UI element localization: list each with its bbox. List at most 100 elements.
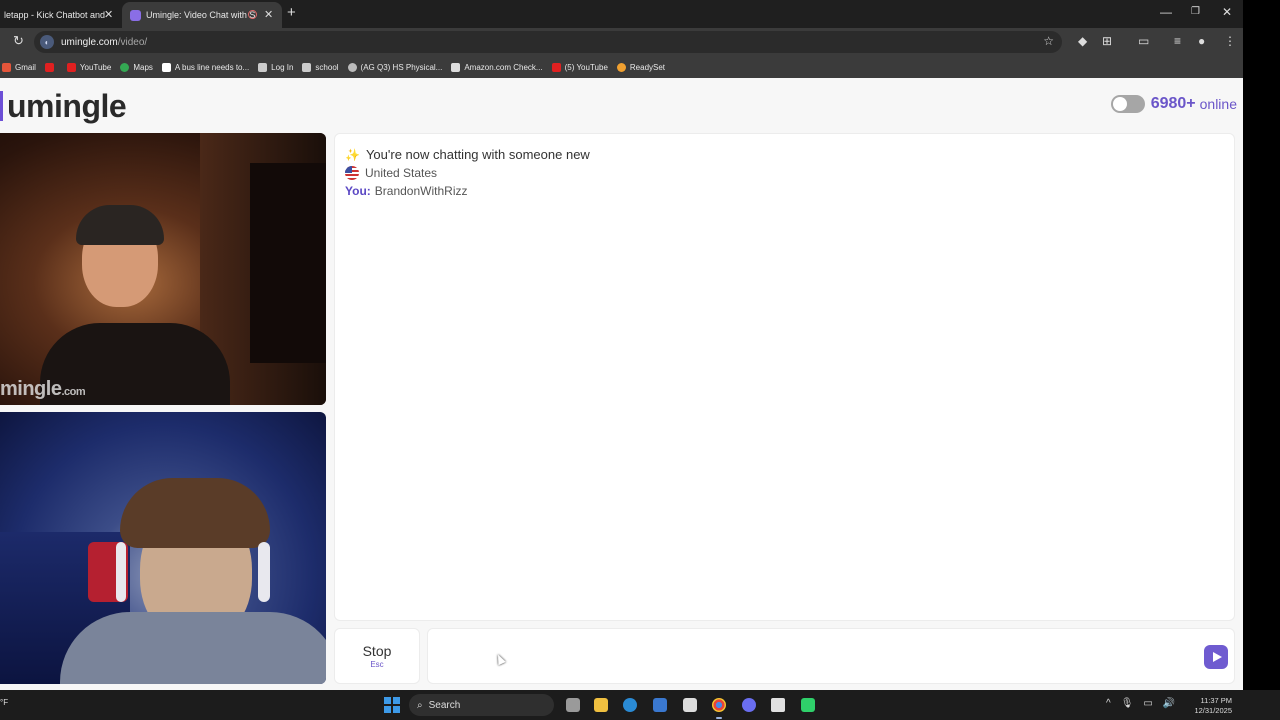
- task-view-icon[interactable]: [566, 698, 580, 712]
- mode-toggle[interactable]: [1110, 95, 1145, 113]
- logo-text: umingle: [7, 87, 127, 124]
- profile-icon[interactable]: ●: [1198, 34, 1205, 48]
- chevron-up-icon[interactable]: ^: [1106, 698, 1111, 709]
- browser-toolbar: ↻ ◐ umingle.com /video/ ☆ ◆ ⊞ ▭ ≡ ● ⋮: [0, 28, 1243, 56]
- new-tab-icon[interactable]: +: [287, 5, 296, 20]
- tab-title: Umingle: Video Chat with S: [146, 10, 256, 20]
- country-text: United States: [365, 166, 438, 180]
- message-text: BrandonWithRizz: [374, 184, 468, 198]
- bookmark-item[interactable]: (AG Q3) HS Physical...: [347, 62, 442, 72]
- file-explorer-icon[interactable]: [594, 698, 608, 712]
- bookmark-item[interactable]: A bus line needs to...: [161, 62, 249, 72]
- watermark-suffix: .com: [61, 386, 86, 398]
- cast-icon[interactable]: ▭: [1138, 34, 1149, 48]
- bookmark-label: school: [315, 62, 339, 72]
- send-icon[interactable]: [1204, 645, 1228, 669]
- watermark-text: mingle: [0, 378, 62, 400]
- bookmark-item[interactable]: YouTube: [66, 62, 112, 72]
- network-icon[interactable]: ▭: [1143, 698, 1152, 709]
- youtube-icon: [44, 62, 54, 72]
- bookmark-label: Amazon.com Check...: [464, 62, 543, 72]
- url-path: /video/: [117, 36, 148, 48]
- extension-badge-icon[interactable]: ◆: [1078, 34, 1087, 48]
- bookmarks-bar: Gmail YouTube Maps A bus line needs to..…: [0, 56, 1243, 78]
- bookmark-label: YouTube: [79, 62, 112, 72]
- us-flag-icon: [345, 166, 359, 180]
- edge-icon[interactable]: [623, 698, 637, 712]
- close-window-icon[interactable]: ✕: [1222, 5, 1232, 19]
- stop-shortcut-hint: Esc: [370, 660, 384, 669]
- bars-icon: [302, 62, 312, 72]
- tab-letapp[interactable]: letapp - Kick Chatbot and ✕: [0, 2, 120, 28]
- amazon-icon: [451, 62, 461, 72]
- bookmark-item[interactable]: Gmail: [2, 62, 36, 72]
- menu-icon[interactable]: ⋮: [1224, 34, 1236, 48]
- address-bar[interactable]: ◐ umingle.com /video/ ☆: [34, 31, 1062, 53]
- bookmark-item[interactable]: [44, 62, 58, 72]
- message-input[interactable]: [436, 637, 1196, 677]
- reload-icon[interactable]: ↻: [13, 34, 24, 48]
- chrome-icon[interactable]: [712, 698, 726, 712]
- taskbar-clock[interactable]: 11:37 PM 12/31/2025: [1186, 696, 1232, 716]
- clock-date: 12/31/2025: [1194, 706, 1232, 715]
- chat-log: ✨ You're now chatting with someone new U…: [334, 133, 1235, 621]
- windows-start-icon[interactable]: [384, 697, 400, 713]
- store-icon[interactable]: [683, 698, 697, 712]
- country-line: United States: [345, 164, 1224, 182]
- discord-icon[interactable]: [742, 698, 756, 712]
- minimize-icon[interactable]: —: [1160, 5, 1172, 19]
- volume-icon[interactable]: 🔊: [1163, 698, 1175, 709]
- bookmark-item[interactable]: Maps: [120, 62, 153, 72]
- bookmark-item[interactable]: school: [302, 62, 339, 72]
- clock-time: 11:37 PM: [1200, 696, 1232, 705]
- gmail-icon: [2, 62, 11, 72]
- active-app-indicator: [716, 717, 722, 719]
- weather-widget[interactable]: °F: [0, 698, 8, 707]
- system-tray: ^ 🎙 ▭ 🔊: [1106, 698, 1175, 709]
- chat-status-line: ✨ You're now chatting with someone new: [345, 146, 1224, 164]
- maximize-icon[interactable]: ❐: [1191, 5, 1200, 19]
- umingle-page: umingle 6980+ online mingle.com ✨ You're…: [0, 80, 1243, 690]
- capcut-icon[interactable]: [771, 698, 785, 712]
- stop-button[interactable]: Stop Esc: [334, 628, 420, 684]
- puzzle-icon[interactable]: ⊞: [1102, 34, 1112, 48]
- recording-icon: [248, 10, 257, 19]
- close-tab-icon[interactable]: ✕: [264, 9, 273, 21]
- tab-title: letapp - Kick Chatbot and: [4, 10, 106, 20]
- bookmark-label: Gmail: [15, 62, 36, 72]
- url-host: umingle.com: [61, 36, 118, 48]
- headphone-left: [116, 542, 126, 602]
- document-icon: [161, 62, 171, 72]
- stop-label: Stop: [362, 643, 392, 659]
- online-indicator: 6980+ online: [1110, 95, 1237, 113]
- chat-message: You: BrandonWithRizz: [345, 182, 1224, 200]
- logo-mark: [0, 91, 3, 121]
- taskbar-search[interactable]: ⌕ Search: [409, 694, 554, 716]
- close-tab-icon[interactable]: ✕: [104, 9, 113, 21]
- sparkles-icon: ✨: [345, 148, 360, 162]
- maps-pin-icon: [120, 62, 130, 72]
- bookmark-star-icon[interactable]: ☆: [1043, 34, 1054, 48]
- umingle-logo[interactable]: umingle: [0, 87, 127, 124]
- umingle-watermark: mingle.com: [0, 378, 86, 401]
- bookmark-item[interactable]: Log In: [258, 62, 294, 72]
- desktop-screen: letapp - Kick Chatbot and ✕ Umingle: Vid…: [0, 0, 1280, 720]
- outlook-icon[interactable]: [653, 698, 667, 712]
- kick-icon[interactable]: [801, 698, 815, 712]
- media-controls-icon[interactable]: ≡: [1174, 34, 1181, 48]
- taskbar-search-label: Search: [428, 699, 461, 711]
- bookmark-item[interactable]: Amazon.com Check...: [451, 62, 543, 72]
- search-icon: ⌕: [417, 699, 423, 711]
- site-info-icon[interactable]: ◐: [40, 35, 54, 49]
- microphone-icon[interactable]: 🎙: [1121, 698, 1134, 709]
- browser-window: letapp - Kick Chatbot and ✕ Umingle: Vid…: [0, 0, 1243, 690]
- message-composer: [427, 628, 1235, 684]
- bookmark-item[interactable]: (5) YouTube: [551, 62, 608, 72]
- bookmark-item[interactable]: ReadySet: [616, 62, 665, 72]
- bookmark-label: Log In: [271, 62, 294, 72]
- headphone-right: [258, 542, 270, 602]
- bookmark-label: Maps: [133, 62, 153, 72]
- background-poster: [250, 163, 326, 363]
- readyset-icon: [616, 62, 626, 72]
- tab-umingle[interactable]: Umingle: Video Chat with S ✕: [122, 2, 282, 28]
